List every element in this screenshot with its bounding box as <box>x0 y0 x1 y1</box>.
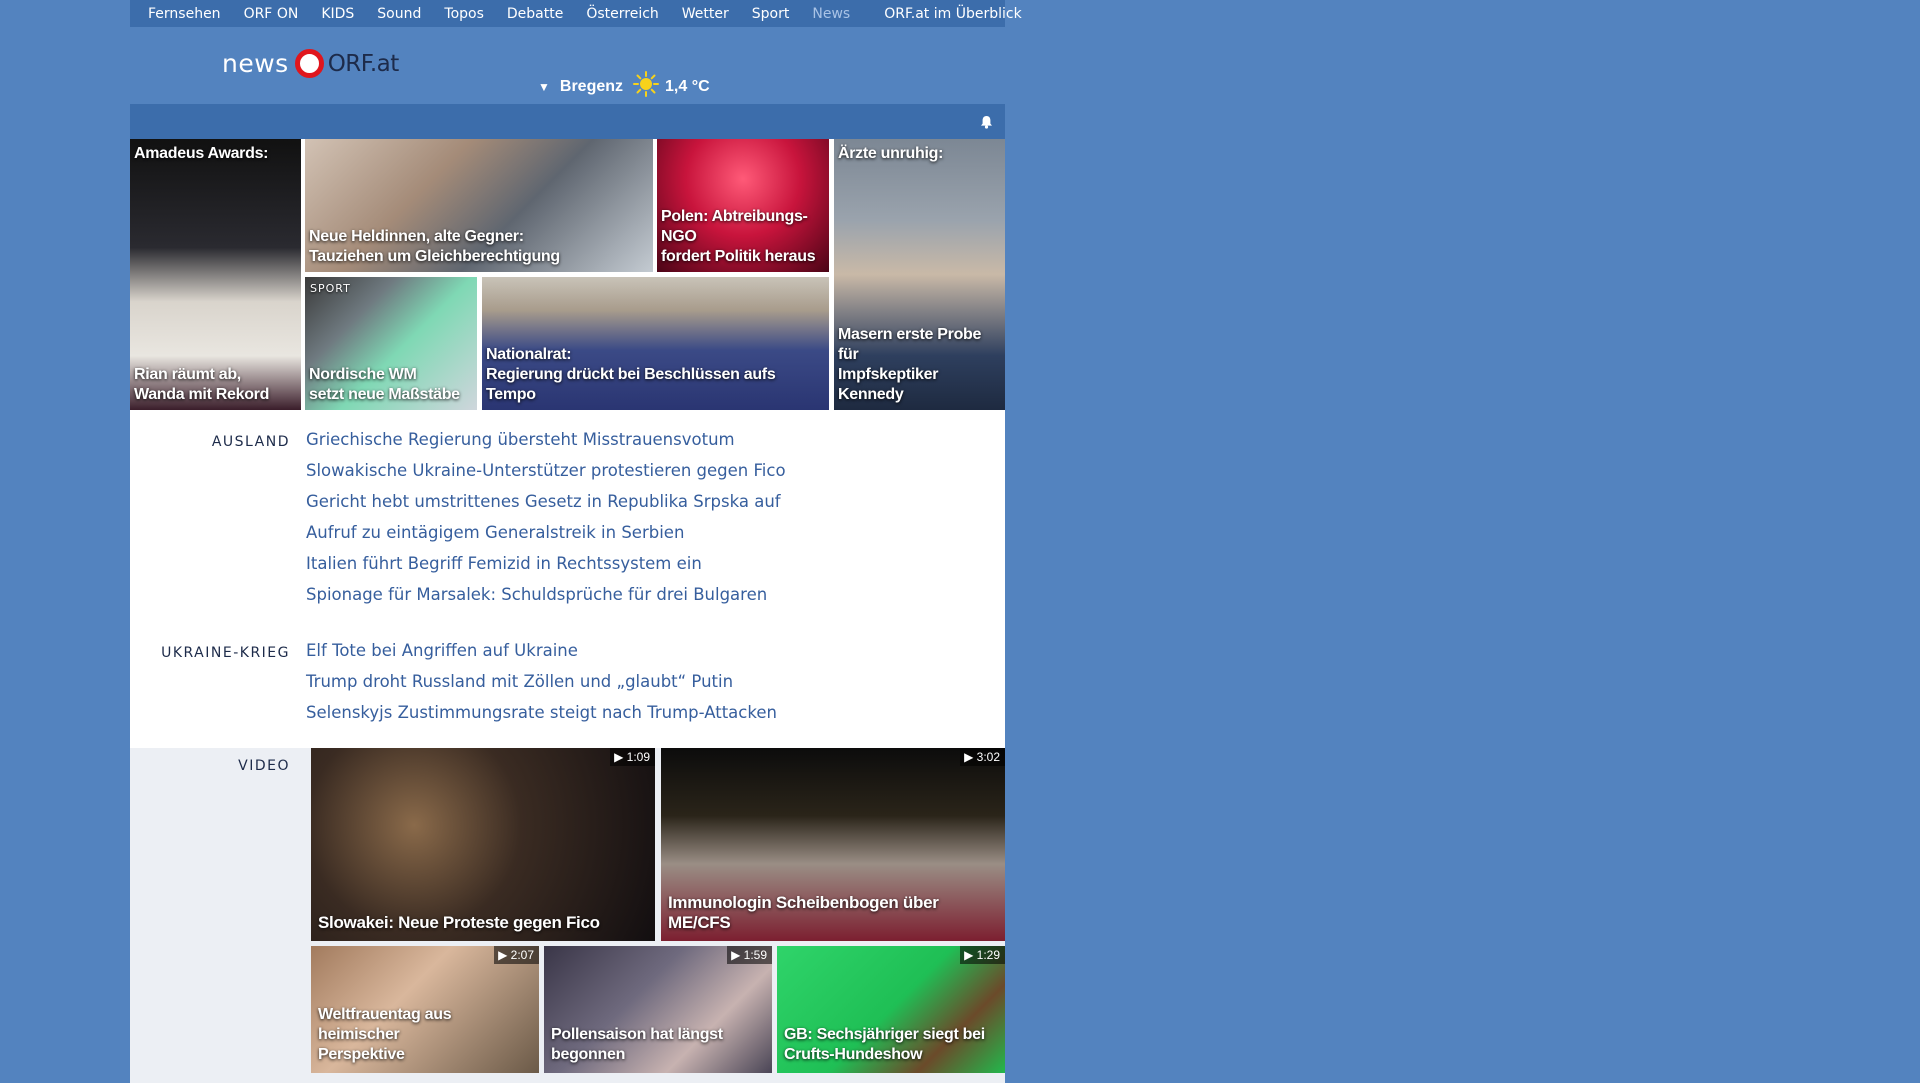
video-tile-weltfrauentag[interactable]: ▶ 2:07 Weltfrauentag aus heimischer Persp… <box>311 946 539 1073</box>
video-duration: ▶ 1:59 <box>727 946 772 964</box>
headline-link[interactable]: Griechische Regierung übersteht Misstrau… <box>306 430 735 449</box>
video-duration: ▶ 1:09 <box>610 748 655 766</box>
list-item: Elf Tote bei Angriffen auf Ukraine <box>306 641 777 672</box>
weather-widget[interactable]: ▼ Bregenz 1,4 °C <box>538 71 710 102</box>
list-item: Trump droht Russland mit Zöllen und „gla… <box>306 672 777 703</box>
headline-list: Elf Tote bei Angriffen auf Ukraine Trump… <box>306 641 777 734</box>
headline-link[interactable]: Gericht hebt umstrittenes Gesetz in Repu… <box>306 492 781 511</box>
nav-kids[interactable]: KIDS <box>321 6 354 22</box>
teaser-title: Nationalrat: Regierung drückt bei Beschlü… <box>486 346 776 403</box>
nav-topos[interactable]: Topos <box>444 6 483 22</box>
list-item: Italien führt Begriff Femizid in Rechtss… <box>306 554 786 585</box>
headline-link[interactable]: Selenskyjs Zustimmungsrate steigt nach T… <box>306 703 777 722</box>
teaser-title: Masern erste Probe für Impfskeptiker Kenn… <box>838 326 982 403</box>
section-label: VIDEO <box>238 758 290 774</box>
video-tile-immunologin[interactable]: ▶ 3:02 Immunologin Scheibenbogen über ME… <box>661 748 1005 941</box>
nav-wetter[interactable]: Wetter <box>682 6 729 22</box>
video-title: Pollensaison hat längst begonnen <box>551 1026 723 1063</box>
headline-link[interactable]: Trump droht Russland mit Zöllen und „gla… <box>306 672 733 691</box>
headline-link[interactable]: Slowakische Ukraine-Unterstützer protest… <box>306 461 786 480</box>
news-orf-logo[interactable]: news ORF.at <box>222 49 399 78</box>
teaser-nationalrat[interactable]: Nationalrat: Regierung drückt bei Beschlü… <box>482 277 829 410</box>
notification-bell-icon[interactable] <box>980 115 993 129</box>
section-label: AUSLAND <box>211 434 290 450</box>
orf-eye-icon <box>294 49 324 78</box>
nav-debatte[interactable]: Debatte <box>507 6 563 22</box>
nav-orf-on[interactable]: ORF ON <box>244 6 299 22</box>
logo-word-orf: ORF.at <box>327 50 400 77</box>
logo-word-news: news <box>222 49 289 78</box>
list-item: Griechische Regierung übersteht Misstrau… <box>306 430 786 461</box>
teaser-title: Neue Heldinnen, alte Gegner: Tauziehen um… <box>309 228 560 265</box>
list-item: Spionage für Marsalek: Schuldsprüche für… <box>306 585 786 616</box>
video-duration: ▶ 2:07 <box>494 946 539 964</box>
sun-icon <box>633 71 660 102</box>
dropdown-triangle-icon: ▼ <box>538 79 550 94</box>
nav-sound[interactable]: Sound <box>377 6 421 22</box>
video-title: Weltfrauentag aus heimischer Perspektive <box>318 1006 452 1063</box>
list-item: Slowakische Ukraine-Unterstützer protest… <box>306 461 786 492</box>
header-bar <box>130 104 1005 139</box>
weather-city: Bregenz <box>559 77 624 95</box>
section-label: UKRAINE-KRIEG <box>161 645 290 661</box>
teaser-title: Nordische WM setzt neue Maßstäbe <box>309 366 460 403</box>
nav-oesterreich[interactable]: Österreich <box>586 6 658 22</box>
teaser-kicker-sport: SPORT <box>310 282 351 295</box>
news-sections: AUSLAND Griechische Regierung übersteht … <box>130 410 1005 748</box>
section-ukraine-krieg: UKRAINE-KRIEG Elf Tote bei Angriffen auf… <box>130 641 1005 734</box>
orf-top-navigation: Fernsehen ORF ON KIDS Sound Topos Debatt… <box>130 0 1022 27</box>
headline-list: Griechische Regierung übersteht Misstrau… <box>306 430 786 616</box>
list-item: Selenskyjs Zustimmungsrate steigt nach T… <box>306 703 777 734</box>
teaser-masern-kennedy[interactable]: Ärzte unruhig: Masern erste Probe für Imp… <box>834 139 1005 410</box>
teaser-kicker: Amadeus Awards: <box>134 145 269 162</box>
headline-link[interactable]: Aufruf zu eintägigem Generalstreik in Se… <box>306 523 684 542</box>
teaser-amadeus-awards[interactable]: Amadeus Awards: Rian räumt ab, Wanda mit … <box>130 139 301 410</box>
video-tile-slowakei[interactable]: ▶ 1:09 Slowakei: Neue Proteste gegen Fic… <box>311 748 655 941</box>
teaser-heldinnen[interactable]: Neue Heldinnen, alte Gegner: Tauziehen um… <box>305 139 653 272</box>
list-item: Aufruf zu eintägigem Generalstreik in Se… <box>306 523 786 554</box>
teaser-title: Rian räumt ab, Wanda mit Rekord <box>134 366 270 403</box>
video-tile-crufts[interactable]: ▶ 1:29 GB: Sechsjähriger siegt bei Crufts… <box>777 946 1005 1073</box>
nav-sport[interactable]: Sport <box>752 6 790 22</box>
teaser-polen[interactable]: Polen: Abtreibungs-NGO fordert Politik he… <box>657 139 829 272</box>
video-section: VIDEO ▶ 1:09 Slowakei: Neue Proteste geg… <box>130 748 1005 1083</box>
teaser-nordische-wm[interactable]: SPORT Nordische WM setzt neue Maßstäbe <box>305 277 477 410</box>
headline-link[interactable]: Spionage für Marsalek: Schuldsprüche für… <box>306 585 767 604</box>
video-title: Immunologin Scheibenbogen über ME/CFS <box>668 893 939 932</box>
list-item: Gericht hebt umstrittenes Gesetz in Repu… <box>306 492 786 523</box>
site-header: news ORF.at ▼ Bregenz 1,4 °C <box>130 27 1005 104</box>
teaser-mosaic: Amadeus Awards: Rian räumt ab, Wanda mit … <box>130 139 1005 410</box>
page-container: Fernsehen ORF ON KIDS Sound Topos Debatt… <box>130 0 1022 1083</box>
video-tile-pollensaison[interactable]: ▶ 1:59 Pollensaison hat längst begonnen <box>544 946 772 1073</box>
nav-news[interactable]: News <box>812 6 850 22</box>
video-duration: ▶ 1:29 <box>960 946 1005 964</box>
video-title: Slowakei: Neue Proteste gegen Fico <box>318 913 600 932</box>
video-title: GB: Sechsjähriger siegt bei Crufts-Hundes… <box>784 1026 985 1063</box>
nav-fernsehen[interactable]: Fernsehen <box>148 6 221 22</box>
section-ausland: AUSLAND Griechische Regierung übersteht … <box>130 430 1005 616</box>
teaser-title: Polen: Abtreibungs-NGO fordert Politik he… <box>661 208 816 265</box>
video-duration: ▶ 3:02 <box>960 748 1005 766</box>
weather-temperature: 1,4 °C <box>665 77 710 95</box>
headline-link[interactable]: Elf Tote bei Angriffen auf Ukraine <box>306 641 578 660</box>
teaser-kicker: Ärzte unruhig: <box>838 145 944 162</box>
nav-orf-overview[interactable]: ORF.at im Überblick <box>884 6 1021 22</box>
headline-link[interactable]: Italien führt Begriff Femizid in Rechtss… <box>306 554 702 573</box>
